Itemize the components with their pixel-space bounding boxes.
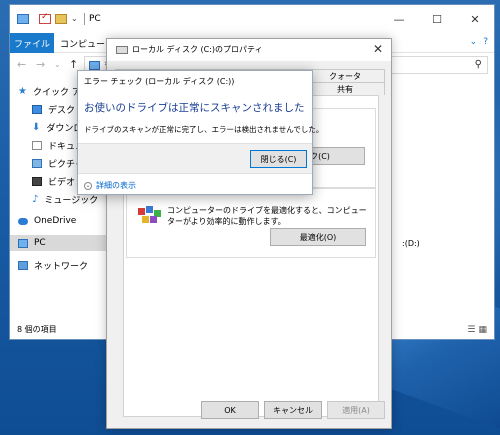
tab-file[interactable]: ファイル <box>10 33 54 53</box>
sidebar-item-label: PC <box>34 238 46 248</box>
scan-result-heading: お使いのドライブは正常にスキャンされました <box>84 102 305 114</box>
cancel-button[interactable]: キャンセル <box>264 401 322 419</box>
sidebar-item-pc[interactable]: PC <box>10 235 110 251</box>
star-icon: ★ <box>18 85 27 97</box>
ribbon-expand-icon[interactable]: ⌄ <box>470 37 478 47</box>
optimize-button[interactable]: 最適化(O) <box>270 228 366 246</box>
sidebar-item-label: ネットワーク <box>34 261 89 272</box>
error-check-result-dialog: エラー チェック (ローカル ディスク (C:)) お使いのドライブは正常にスキ… <box>77 70 323 195</box>
search-icon: ⚲ <box>474 59 482 70</box>
explorer-titlebar: ⌄ PC — ☐ ✕ <box>10 5 494 33</box>
desktop-icon <box>32 104 42 114</box>
tab-sharing[interactable]: 共有 <box>305 82 385 95</box>
back-arrow-icon[interactable]: ← <box>17 58 26 71</box>
recent-locations-chevron-icon[interactable]: ⌄ <box>54 60 61 69</box>
window-controls: — ☐ ✕ <box>380 5 494 33</box>
ribbon-right-controls: ⌄ ? <box>470 37 488 47</box>
apply-button: 適用(A) <box>327 401 385 419</box>
sidebar-item-network[interactable]: ネットワーク <box>10 257 110 273</box>
large-icons-view-icon[interactable]: ▦ <box>478 325 487 335</box>
properties-check-icon[interactable] <box>39 12 51 24</box>
close-icon[interactable]: ✕ <box>373 42 383 56</box>
pc-icon <box>17 14 29 24</box>
forward-arrow-icon[interactable]: → <box>36 58 45 71</box>
sidebar-item-label: OneDrive <box>34 216 77 226</box>
view-toggle: ☰ ▦ <box>467 325 487 335</box>
show-details-link[interactable]: ⌄ 詳細の表示 <box>84 180 136 191</box>
chevron-down-icon: ⌄ <box>84 181 92 190</box>
sidebar-item-onedrive[interactable]: OneDrive <box>10 213 110 229</box>
details-view-icon[interactable]: ☰ <box>467 325 475 335</box>
pc-icon <box>89 61 100 70</box>
sidebar-item-label: ビデオ <box>48 177 76 188</box>
quick-access-chevron-down-icon[interactable]: ⌄ <box>71 14 78 23</box>
cloud-icon <box>18 217 28 225</box>
optimize-description: コンピューターのドライブを最適化すると、コンピューターがより効率的に動作します。 <box>167 206 367 226</box>
window-title: PC <box>89 14 101 24</box>
properties-titlebar: ローカル ディスク (C:)のプロパティ ✕ <box>107 39 391 61</box>
music-icon: ♪ <box>32 193 39 205</box>
drive-d-label[interactable]: :(D:) <box>402 239 420 248</box>
optimize-group: コンピューターのドライブを最適化すると、コンピューターがより効率的に動作します。… <box>126 188 376 258</box>
pc-icon <box>18 238 28 248</box>
close-button[interactable]: ✕ <box>456 5 494 33</box>
download-icon: ⬇ <box>32 121 41 133</box>
titlebar-divider <box>84 13 85 25</box>
pictures-icon <box>32 158 42 168</box>
drive-icon <box>116 46 128 54</box>
error-check-button-bar: 閉じる(C) <box>78 143 312 174</box>
status-bar-item-count: 8 個の項目 <box>17 325 57 334</box>
minimize-button[interactable]: — <box>380 5 418 33</box>
defrag-icon <box>138 206 162 226</box>
ok-button[interactable]: OK <box>201 401 259 419</box>
help-icon[interactable]: ? <box>483 37 488 47</box>
properties-title: ローカル ディスク (C:)のプロパティ <box>132 45 263 54</box>
error-check-title: エラー チェック (ローカル ディスク (C:)) <box>84 77 235 86</box>
show-details-label[interactable]: 詳細の表示 <box>96 180 136 191</box>
new-folder-icon[interactable] <box>55 14 67 24</box>
video-icon <box>32 176 42 186</box>
scan-result-message: ドライブのスキャンが正常に完了し、エラーは検出されませんでした。 <box>84 125 324 134</box>
network-icon <box>18 260 28 270</box>
error-check-titlebar: エラー チェック (ローカル ディスク (C:)) <box>78 71 312 91</box>
tab-quota[interactable]: クォータ <box>305 69 385 82</box>
maximize-button[interactable]: ☐ <box>418 5 456 33</box>
close-dialog-button[interactable]: 閉じる(C) <box>250 150 307 168</box>
document-icon <box>32 140 42 150</box>
